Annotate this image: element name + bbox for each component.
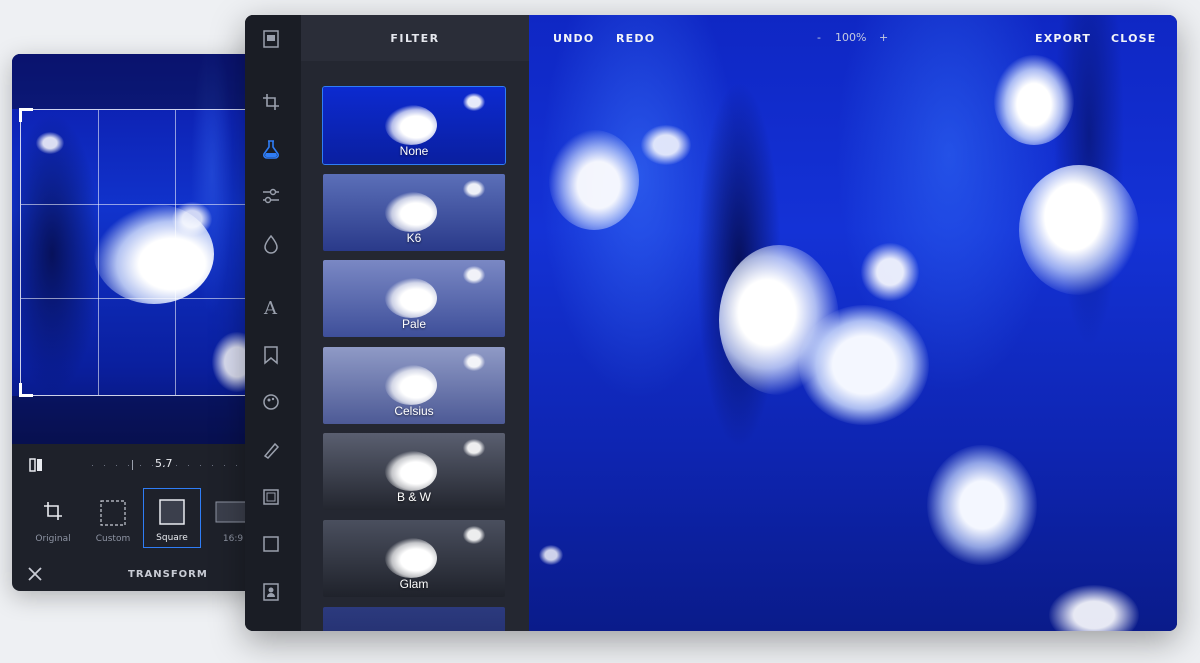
crop-icon xyxy=(44,502,62,520)
filter-thumb-glam[interactable]: Glam xyxy=(323,520,505,597)
square-icon xyxy=(159,499,185,525)
pen-tool[interactable] xyxy=(259,438,283,462)
crop-icon xyxy=(263,94,279,110)
crop-grid-line xyxy=(175,110,177,395)
text-tool[interactable]: A xyxy=(259,295,283,319)
adjust-tool[interactable] xyxy=(259,184,283,208)
tool-sidebar: A xyxy=(245,15,301,631)
text-icon: A xyxy=(263,298,278,317)
jellyfish-decoration xyxy=(927,445,1037,565)
flip-icon[interactable] xyxy=(28,457,44,473)
frame-icon xyxy=(263,489,279,505)
close-button[interactable]: CLOSE xyxy=(1111,32,1156,45)
top-bar: UNDO REDO - 100% + EXPORT CLOSE xyxy=(529,15,1177,61)
library-icon xyxy=(263,30,279,48)
ratio-label: Custom xyxy=(95,534,131,544)
crop-tool[interactable] xyxy=(259,90,283,114)
brush-tool[interactable] xyxy=(259,390,283,414)
jellyfish-decoration xyxy=(641,125,691,165)
brush-icon xyxy=(263,394,279,410)
ratio-label: Square xyxy=(156,533,188,543)
filter-label: Glam xyxy=(399,577,429,591)
filter-thumb-bw[interactable]: B & W xyxy=(323,433,505,510)
zoom-out-button[interactable]: - xyxy=(817,31,821,44)
close-icon[interactable] xyxy=(26,565,44,583)
jellyfish-decoration xyxy=(539,545,563,565)
straighten-control: 5.7 xyxy=(12,452,262,482)
ratio-square[interactable]: Square xyxy=(143,488,201,548)
crop-mask xyxy=(12,396,262,444)
crop-frame[interactable] xyxy=(19,108,256,397)
adjust-icon xyxy=(263,188,279,204)
frame-tool[interactable] xyxy=(259,485,283,509)
undo-button[interactable]: UNDO xyxy=(553,32,594,45)
ratio-custom[interactable]: Custom xyxy=(84,490,142,550)
filter-icon xyxy=(263,140,279,159)
ratio-label: Original xyxy=(35,534,71,544)
jellyfish-decoration xyxy=(1049,585,1139,631)
filter-panel: FILTER None K6 Pale Celsius B & W Glam xyxy=(301,15,529,631)
filter-thumb-pale[interactable]: Pale xyxy=(323,260,505,337)
focus-tool[interactable] xyxy=(259,232,283,256)
dashed-square-icon xyxy=(100,500,126,526)
transform-footer: TRANSFORM xyxy=(12,559,262,591)
filter-label: K6 xyxy=(406,231,422,245)
drop-icon xyxy=(264,234,278,254)
jellyfish-decoration xyxy=(549,130,639,230)
sticker-tool[interactable] xyxy=(259,343,283,367)
crop-grid-line xyxy=(21,204,255,206)
export-button[interactable]: EXPORT xyxy=(1035,32,1091,45)
transform-panel: 5.7 Original Custom Square 16:9 TRANSFOR… xyxy=(12,54,262,591)
pen-icon xyxy=(263,442,280,459)
crop-grid-line xyxy=(98,110,100,395)
crop-grid-line xyxy=(21,298,255,300)
svg-text:A: A xyxy=(263,298,278,317)
portrait-icon xyxy=(263,583,279,601)
filter-label: Celsius xyxy=(394,404,434,418)
crop-handle[interactable] xyxy=(19,383,33,397)
ratio-original[interactable]: Original xyxy=(24,490,82,550)
jellyfish-decoration xyxy=(861,243,919,301)
crop-mask xyxy=(12,54,262,109)
overlay-tool[interactable] xyxy=(259,532,283,556)
jellyfish-decoration xyxy=(994,55,1074,145)
zoom-in-button[interactable]: + xyxy=(879,31,888,44)
filter-thumb-next[interactable] xyxy=(323,607,505,631)
crop-handle[interactable] xyxy=(19,108,33,122)
filter-tool[interactable] xyxy=(259,137,283,161)
library-tool[interactable] xyxy=(259,27,283,51)
transform-title: TRANSFORM xyxy=(128,569,208,580)
jellyfish-decoration xyxy=(1019,165,1139,295)
photo-editor-window: A FILTER None K6 Pale Celsius B & W Glam… xyxy=(245,15,1177,631)
ruler-indicator xyxy=(132,460,133,470)
filter-panel-title: FILTER xyxy=(301,15,529,61)
straighten-value: 5.7 xyxy=(155,457,173,470)
filter-label: Pale xyxy=(401,317,427,331)
overlay-icon xyxy=(263,536,279,552)
filter-thumb-none[interactable]: None xyxy=(322,86,506,165)
filter-thumb-celsius[interactable]: Celsius xyxy=(323,347,505,424)
aspect-ratio-list: Original Custom Square 16:9 xyxy=(12,488,262,552)
filter-thumb-k6[interactable]: K6 xyxy=(323,174,505,251)
filter-label: None xyxy=(399,144,429,158)
zoom-level: 100% xyxy=(835,31,867,44)
photo-canvas[interactable] xyxy=(529,15,1177,631)
filter-label: B & W xyxy=(396,490,431,504)
jellyfish-decoration xyxy=(799,305,929,425)
portrait-tool[interactable] xyxy=(259,580,283,604)
sticker-icon xyxy=(264,346,278,365)
redo-button[interactable]: REDO xyxy=(616,32,655,45)
